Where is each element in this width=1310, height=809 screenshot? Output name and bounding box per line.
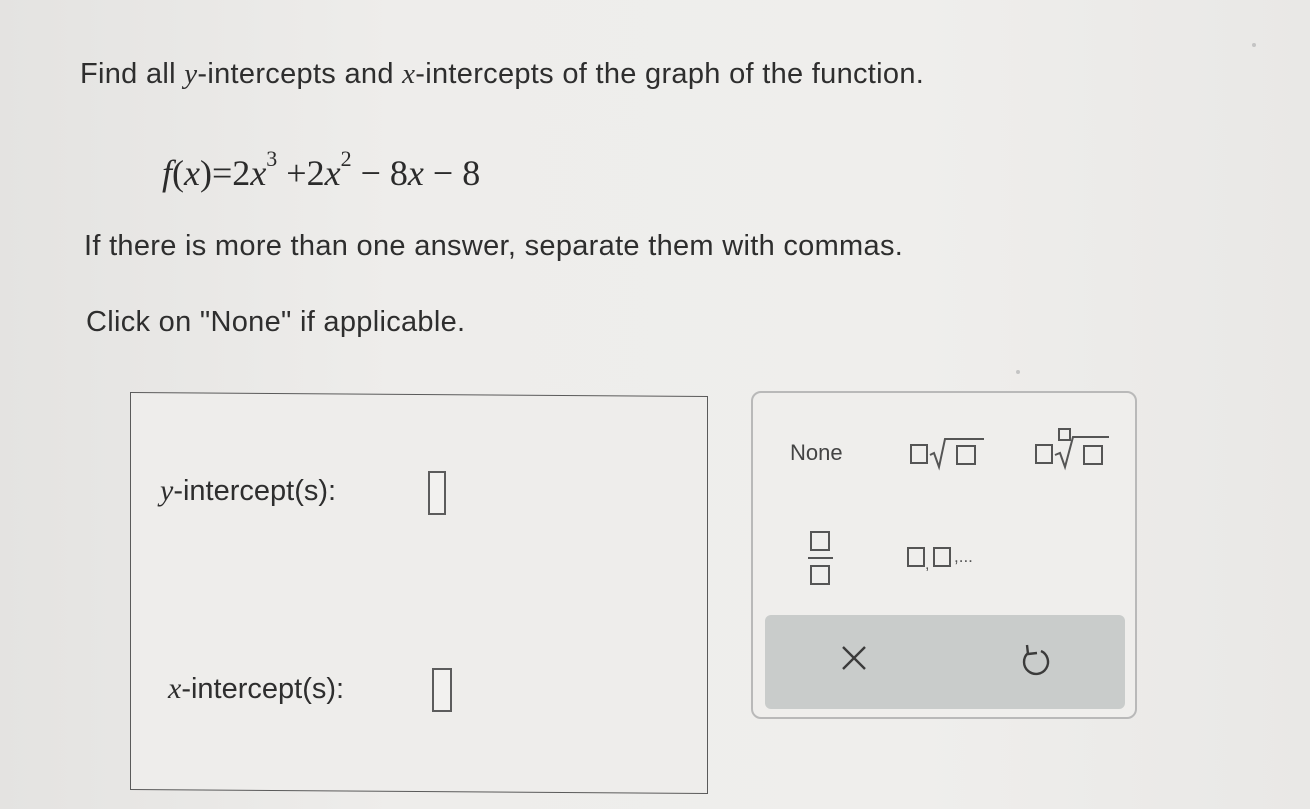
function-formula: f(x)=2x3 +2x2 − 8x − 8 (162, 146, 481, 193)
formula-exponent: 3 (266, 146, 278, 171)
x-intercept-text: -intercept(s): (181, 673, 345, 705)
fraction-icon (808, 531, 833, 585)
x-var: x (168, 672, 182, 705)
list-icon: , (907, 547, 951, 571)
page-dot (1016, 370, 1020, 374)
x-intercept-input[interactable] (432, 668, 452, 712)
svg-text:,: , (925, 556, 929, 571)
y-var: y (160, 474, 174, 507)
action-bar (765, 615, 1125, 709)
question-page: Find all y-intercepts and x-intercepts o… (0, 0, 1310, 809)
formula-x: x (250, 153, 267, 193)
instruction-none: Click on "None" if applicable. (86, 306, 466, 338)
y-intercept-label: y-intercept(s): (160, 474, 336, 508)
x-intercept-label: x-intercept(s): (168, 672, 344, 706)
list-button[interactable]: , ,... (906, 543, 996, 573)
formula-f: f (162, 153, 173, 193)
close-icon (842, 646, 866, 670)
nth-root-icon (1035, 428, 1109, 471)
undo-button[interactable] (1017, 641, 1053, 681)
question-prompt: Find all y-intercepts and x-intercepts o… (80, 58, 924, 91)
formula-exponent: 2 (340, 146, 352, 171)
y-intercept-text: -intercept(s): (173, 475, 337, 507)
none-button[interactable]: None (790, 440, 843, 466)
instruction-commas: If there is more than one answer, separa… (84, 230, 904, 262)
sqrt-icon (910, 438, 984, 471)
prompt-var-x: x (402, 58, 416, 90)
prompt-text: -intercepts of the graph of the function… (415, 58, 925, 90)
formula-x: x (407, 153, 424, 193)
formula-part: − 8 (423, 153, 481, 193)
list-ellipsis: ,... (954, 547, 973, 566)
fraction-button[interactable] (807, 529, 835, 589)
formula-part: +2 (277, 153, 325, 193)
page-dot (1252, 43, 1256, 47)
formula-x: x (184, 153, 200, 193)
y-intercept-input[interactable] (428, 471, 446, 515)
prompt-text: Find all (80, 58, 185, 90)
nth-root-button[interactable] (1033, 425, 1113, 473)
formula-x: x (324, 153, 341, 193)
clear-button[interactable] (837, 637, 873, 677)
sqrt-button[interactable] (908, 433, 988, 473)
undo-icon (1022, 644, 1050, 676)
math-palette: None , ,... (751, 391, 1137, 719)
answer-box (130, 391, 708, 795)
formula-part: =2 (212, 153, 251, 193)
prompt-var-y: y (184, 58, 198, 90)
prompt-text: -intercepts and (197, 58, 403, 90)
formula-part: − 8 (351, 153, 408, 193)
